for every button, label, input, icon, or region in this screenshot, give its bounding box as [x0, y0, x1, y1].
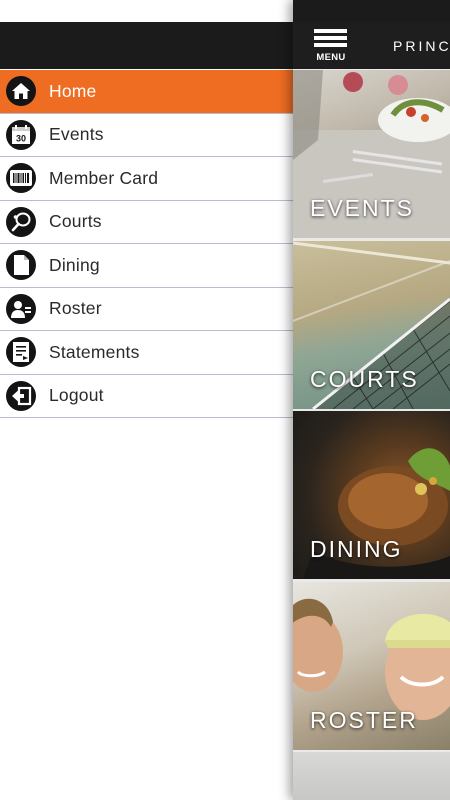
club-title: PRINC: [393, 38, 450, 54]
nav-item-label: Logout: [49, 385, 104, 406]
person-icon: [6, 293, 36, 324]
nav-item-member-card[interactable]: Member Card: [0, 157, 293, 201]
nav-item-label: Statements: [49, 341, 140, 362]
nav-item-courts[interactable]: Courts: [0, 201, 293, 244]
menu-label: MENU: [316, 52, 346, 63]
nav-item-logout[interactable]: Logout: [0, 375, 293, 418]
nav-item-dining[interactable]: Dining: [0, 244, 293, 288]
nav-item-statements[interactable]: Statements: [0, 331, 293, 375]
status-bar: [293, 0, 450, 22]
navigation-drawer: Home 30 Events Member Card Courts Dining…: [0, 0, 293, 800]
statement-icon: [6, 337, 36, 368]
home-icon: [6, 76, 36, 107]
menu-button[interactable]: MENU: [313, 29, 349, 65]
tile-caption: ROSTER: [310, 707, 418, 733]
logout-icon: [6, 380, 36, 411]
barcode-icon: [6, 163, 36, 194]
tennis-racket-icon: [6, 206, 36, 237]
nav-item-label: Dining: [49, 254, 100, 275]
tile-dining[interactable]: DINING: [293, 411, 450, 579]
tile-next[interactable]: [293, 752, 450, 800]
hamburger-icon: [314, 36, 347, 40]
calendar-icon: 30: [6, 119, 36, 150]
drawer-menu-list: Home 30 Events Member Card Courts Dining…: [0, 70, 293, 418]
main-content-panel: MENU PRINC EVENTS COURTS DINING ROSTER: [293, 0, 450, 800]
tile-events[interactable]: EVENTS: [293, 70, 450, 238]
calendar-day: 30: [16, 133, 26, 143]
tile-courts[interactable]: COURTS: [293, 241, 450, 409]
nav-item-events[interactable]: 30 Events: [0, 114, 293, 157]
nav-item-roster[interactable]: Roster: [0, 288, 293, 331]
nav-item-home[interactable]: Home: [0, 70, 293, 114]
nav-item-label: Courts: [49, 211, 102, 232]
hamburger-icon: [314, 29, 347, 33]
hamburger-icon: [314, 43, 347, 47]
app-header: MENU PRINC: [293, 22, 450, 69]
tile-caption: EVENTS: [310, 195, 415, 221]
nav-item-label: Roster: [49, 298, 102, 319]
document-icon: [6, 250, 36, 281]
drawer-header-bar: [0, 22, 293, 69]
nav-item-label: Member Card: [49, 167, 159, 188]
tile-roster[interactable]: ROSTER: [293, 582, 450, 750]
tile-caption: COURTS: [310, 366, 419, 392]
tile-caption: DINING: [310, 536, 403, 562]
nav-item-label: Events: [49, 124, 104, 145]
nav-item-label: Home: [49, 80, 97, 101]
